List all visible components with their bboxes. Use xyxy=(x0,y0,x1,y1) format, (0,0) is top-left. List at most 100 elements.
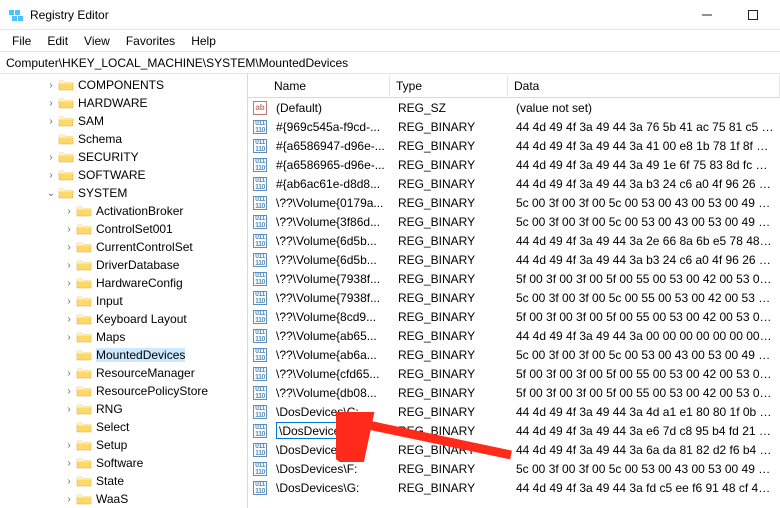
menu-file[interactable]: File xyxy=(4,32,39,50)
chevron-icon[interactable]: › xyxy=(62,222,76,236)
tree-node-controlset001[interactable]: ›ControlSet001 xyxy=(0,220,247,238)
menu-edit[interactable]: Edit xyxy=(39,32,76,50)
chevron-icon[interactable]: › xyxy=(44,168,58,182)
chevron-icon[interactable]: › xyxy=(62,474,76,488)
tree-node-currentcontrolset[interactable]: ›CurrentControlSet xyxy=(0,238,247,256)
value-row[interactable]: 011110\??\Volume{cfd65...REG_BINARY5f 00… xyxy=(248,364,780,383)
tree-node-software[interactable]: ›Software xyxy=(0,454,247,472)
reg-binary-icon: 011110 xyxy=(253,348,267,362)
chevron-icon[interactable]: › xyxy=(62,492,76,506)
tree-node-driverdatabase[interactable]: ›DriverDatabase xyxy=(0,256,247,274)
tree-label: Keyboard Layout xyxy=(96,312,187,326)
value-data: 5c 00 3f 00 3f 00 5c 00 55 00 53 00 42 0… xyxy=(510,291,780,305)
addressbar[interactable]: Computer\HKEY_LOCAL_MACHINE\SYSTEM\Mount… xyxy=(0,52,780,74)
value-name: \??\Volume{7938f... xyxy=(270,272,392,286)
value-row[interactable]: 011110#{ab6ac61e-d8d8...REG_BINARY44 4d … xyxy=(248,174,780,193)
value-row[interactable]: 011110\??\Volume{7938f...REG_BINARY5c 00… xyxy=(248,288,780,307)
value-icon: 011110 xyxy=(250,367,270,381)
value-row[interactable]: 011110\DosDevices\E:REG_BINARY44 4d 49 4… xyxy=(248,440,780,459)
menu-favorites[interactable]: Favorites xyxy=(118,32,183,50)
value-list: Name Type Data ab(Default)REG_SZ(value n… xyxy=(248,74,780,508)
tree-node-hardwareconfig[interactable]: ›HardwareConfig xyxy=(0,274,247,292)
value-row[interactable]: 011110\??\Volume{6d5b...REG_BINARY44 4d … xyxy=(248,231,780,250)
tree-label: MountedDevices xyxy=(96,348,185,362)
value-name-editing[interactable] xyxy=(270,422,392,439)
value-row[interactable]: 011110#{a6586965-d96e-...REG_BINARY44 4d… xyxy=(248,155,780,174)
chevron-icon[interactable]: › xyxy=(62,294,76,308)
menu-view[interactable]: View xyxy=(76,32,118,50)
value-row[interactable]: ab(Default)REG_SZ(value not set) xyxy=(248,98,780,117)
workspace: ›COMPONENTS›HARDWARE›SAMSchema›SECURITY›… xyxy=(0,74,780,508)
chevron-icon[interactable]: › xyxy=(44,114,58,128)
folder-icon xyxy=(76,204,92,218)
chevron-icon[interactable]: › xyxy=(62,258,76,272)
tree-node-activationbroker[interactable]: ›ActivationBroker xyxy=(0,202,247,220)
chevron-icon[interactable]: › xyxy=(62,402,76,416)
value-row[interactable]: 011110\??\Volume{ab65...REG_BINARY44 4d … xyxy=(248,326,780,345)
tree-node-components[interactable]: ›COMPONENTS xyxy=(0,76,247,94)
list-body[interactable]: ab(Default)REG_SZ(value not set)011110#{… xyxy=(248,98,780,508)
value-row[interactable]: 011110\??\Volume{8cd9...REG_BINARY5f 00 … xyxy=(248,307,780,326)
tree-label: Select xyxy=(96,420,129,434)
value-name: \??\Volume{3f86d... xyxy=(270,215,392,229)
menu-help[interactable]: Help xyxy=(183,32,224,50)
value-row[interactable]: 011110\??\Volume{7938f...REG_BINARY5f 00… xyxy=(248,269,780,288)
chevron-icon[interactable]: › xyxy=(62,384,76,398)
tree-node-waas[interactable]: ›WaaS xyxy=(0,490,247,508)
tree-node-rng[interactable]: ›RNG xyxy=(0,400,247,418)
col-header-data[interactable]: Data xyxy=(508,75,780,97)
chevron-icon[interactable]: › xyxy=(62,276,76,290)
value-row[interactable]: 011110\??\Volume{db08...REG_BINARY5f 00 … xyxy=(248,383,780,402)
col-header-type[interactable]: Type xyxy=(390,75,508,97)
maximize-button[interactable] xyxy=(730,0,776,30)
value-icon: 011110 xyxy=(250,158,270,172)
rename-input[interactable] xyxy=(276,422,366,439)
tree-node-software[interactable]: ›SOFTWARE xyxy=(0,166,247,184)
value-row[interactable]: 011110\DosDevices\F:REG_BINARY5c 00 3f 0… xyxy=(248,459,780,478)
value-name: \??\Volume{6d5b... xyxy=(270,234,392,248)
tree-node-mounteddevices[interactable]: MountedDevices xyxy=(0,346,247,364)
tree-node-schema[interactable]: Schema xyxy=(0,130,247,148)
col-header-name[interactable]: Name xyxy=(268,75,390,97)
value-row[interactable]: 011110\DosDevices\G:REG_BINARY44 4d 49 4… xyxy=(248,478,780,497)
value-name: \DosDevices\E: xyxy=(270,443,392,457)
reg-binary-icon: 011110 xyxy=(253,158,267,172)
value-row[interactable]: 011110#{969c545a-f9cd-...REG_BINARY44 4d… xyxy=(248,117,780,136)
tree-node-setup[interactable]: ›Setup xyxy=(0,436,247,454)
chevron-icon[interactable]: › xyxy=(62,204,76,218)
chevron-icon[interactable]: › xyxy=(62,438,76,452)
chevron-icon[interactable]: › xyxy=(62,312,76,326)
value-row[interactable]: 011110REG_BINARY44 4d 49 4f 3a 49 44 3a … xyxy=(248,421,780,440)
value-row[interactable]: 011110#{a6586947-d96e-...REG_BINARY44 4d… xyxy=(248,136,780,155)
chevron-icon[interactable]: ⌄ xyxy=(44,186,58,200)
minimize-button[interactable] xyxy=(684,0,730,30)
tree-node-hardware[interactable]: ›HARDWARE xyxy=(0,94,247,112)
chevron-icon[interactable]: › xyxy=(44,96,58,110)
value-row[interactable]: 011110\??\Volume{ab6a...REG_BINARY5c 00 … xyxy=(248,345,780,364)
tree-node-resourcepolicystore[interactable]: ›ResourcePolicyStore xyxy=(0,382,247,400)
chevron-icon[interactable]: › xyxy=(44,150,58,164)
chevron-icon[interactable]: › xyxy=(62,456,76,470)
folder-icon xyxy=(76,222,92,236)
tree-node-maps[interactable]: ›Maps xyxy=(0,328,247,346)
value-row[interactable]: 011110\??\Volume{3f86d...REG_BINARY5c 00… xyxy=(248,212,780,231)
chevron-icon[interactable]: › xyxy=(62,366,76,380)
tree-node-input[interactable]: ›Input xyxy=(0,292,247,310)
folder-icon xyxy=(76,240,92,254)
chevron-icon[interactable]: › xyxy=(44,78,58,92)
value-type: REG_BINARY xyxy=(392,272,510,286)
tree-node-system[interactable]: ⌄SYSTEM xyxy=(0,184,247,202)
chevron-icon[interactable]: › xyxy=(62,330,76,344)
tree-node-keyboard-layout[interactable]: › Keyboard Layout xyxy=(0,310,247,328)
tree-node-resourcemanager[interactable]: ›ResourceManager xyxy=(0,364,247,382)
value-name: \??\Volume{0179a... xyxy=(270,196,392,210)
tree-node-state[interactable]: ›State xyxy=(0,472,247,490)
tree-node-sam[interactable]: ›SAM xyxy=(0,112,247,130)
tree-node-security[interactable]: ›SECURITY xyxy=(0,148,247,166)
value-row[interactable]: 011110\??\Volume{6d5b...REG_BINARY44 4d … xyxy=(248,250,780,269)
value-row[interactable]: 011110\??\Volume{0179a...REG_BINARY5c 00… xyxy=(248,193,780,212)
value-row[interactable]: 011110\DosDevices\C:REG_BINARY44 4d 49 4… xyxy=(248,402,780,421)
key-tree[interactable]: ›COMPONENTS›HARDWARE›SAMSchema›SECURITY›… xyxy=(0,74,248,508)
chevron-icon[interactable]: › xyxy=(62,240,76,254)
tree-node-select[interactable]: Select xyxy=(0,418,247,436)
